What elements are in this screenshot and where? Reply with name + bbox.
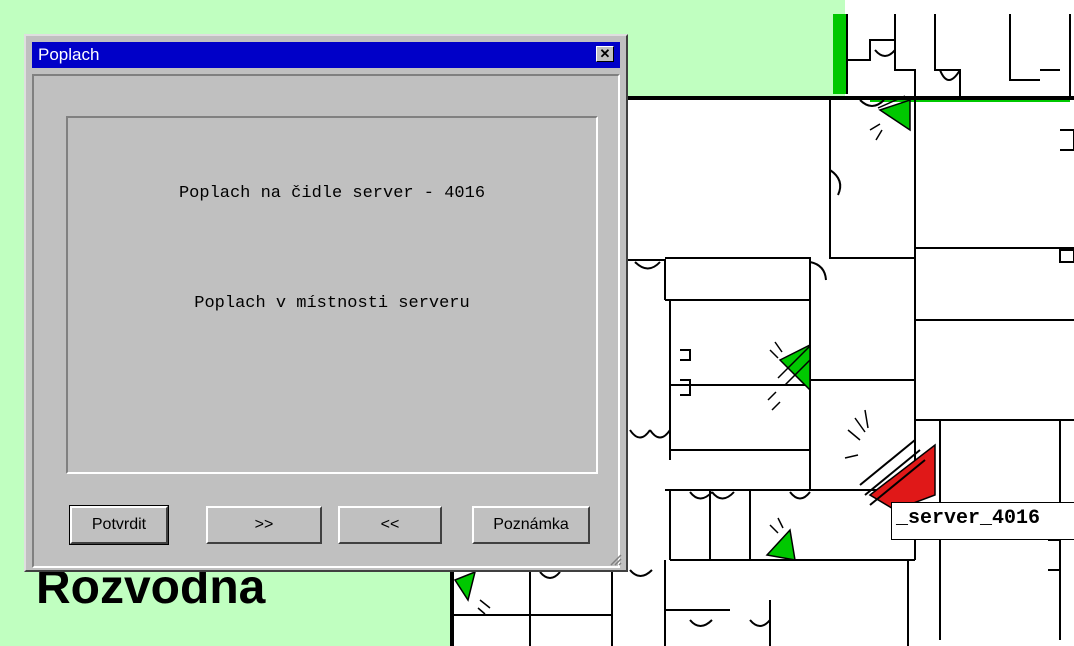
next-button[interactable]: >> [206,506,322,544]
message-panel: Poplach na čidle server - 4016 Poplach v… [66,116,598,474]
alarm-message-sensor: Poplach na čidle server - 4016 [178,184,486,203]
dialog-titlebar[interactable]: Poplach ✕ [32,42,620,68]
confirm-button[interactable]: Potvrdit [69,505,169,545]
sensor-label[interactable]: _server_4016 [891,502,1074,540]
dialog-title: Poplach [38,45,100,64]
alarm-message-room: Poplach v místnosti serveru [194,294,470,313]
note-button[interactable]: Poznámka [472,506,590,544]
previous-button[interactable]: << [338,506,442,544]
resize-grip-icon[interactable] [608,552,622,566]
alarm-dialog: Poplach ✕ Poplach na čidle server - 4016… [24,34,628,572]
close-icon[interactable]: ✕ [596,46,614,62]
